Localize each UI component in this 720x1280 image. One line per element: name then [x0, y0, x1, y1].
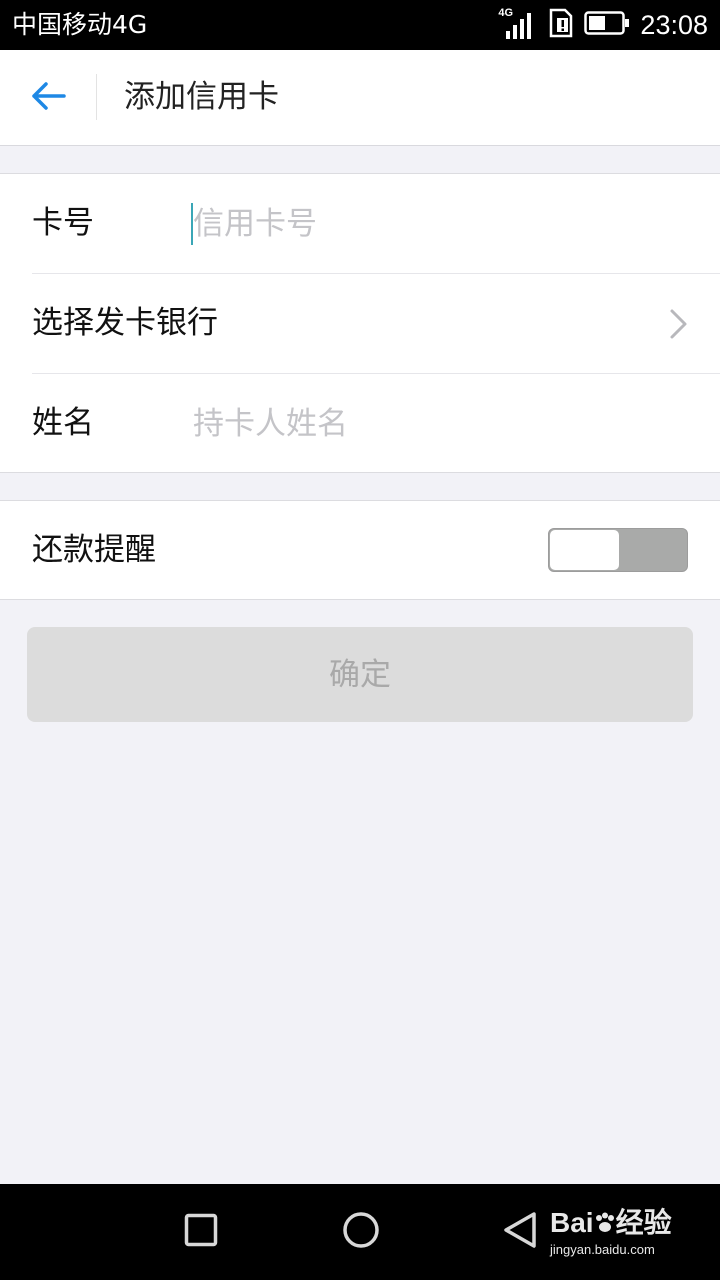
watermark-url: jingyan.baidu.com: [550, 1242, 655, 1257]
circle-icon: [342, 1211, 380, 1253]
sim-alert-icon: [548, 8, 574, 42]
nav-bar: 添加信用卡: [0, 50, 720, 146]
status-icons: 4G 23:08: [498, 0, 708, 50]
card-info-group: 卡号 选择发卡银行 姓名: [0, 173, 720, 473]
back-nav-button[interactable]: [496, 1208, 544, 1256]
paw-icon: [594, 1207, 616, 1238]
status-bar: 中国移动4G 4G 23:08: [0, 0, 720, 50]
bank-select-row[interactable]: 选择发卡银行: [0, 274, 720, 373]
cardholder-name-row: 姓名: [0, 374, 720, 473]
text-caret: [191, 203, 193, 245]
card-number-input[interactable]: [190, 202, 673, 246]
carrier-label: 中国移动4G: [12, 10, 148, 39]
back-button[interactable]: [22, 72, 74, 124]
reminder-row: 还款提醒: [0, 501, 720, 600]
recent-apps-button[interactable]: [177, 1208, 225, 1256]
reminder-label: 还款提醒: [32, 532, 156, 568]
watermark-brand: Bai 经验: [550, 1207, 672, 1238]
signal-icon: 4G: [498, 7, 538, 41]
arrow-left-icon: [30, 81, 66, 115]
clock: 23:08: [640, 10, 708, 40]
toggle-knob: [550, 530, 619, 570]
square-icon: [184, 1213, 218, 1251]
battery-icon: [584, 11, 630, 39]
reminder-group: 还款提醒: [0, 500, 720, 600]
triangle-back-icon: [502, 1211, 538, 1253]
card-number-label: 卡号: [32, 205, 94, 241]
nav-divider: [96, 74, 97, 120]
bank-select-label: 选择发卡银行: [32, 305, 218, 341]
reminder-toggle[interactable]: [548, 528, 688, 572]
chevron-right-icon: [668, 308, 690, 340]
system-nav-bar: Bai 经验 jingyan.baidu.com: [0, 1184, 720, 1280]
cardholder-name-input[interactable]: [190, 402, 673, 446]
baidu-watermark: Bai 经验 jingyan.baidu.com: [550, 1206, 682, 1264]
cardholder-name-label: 姓名: [32, 405, 94, 441]
home-button[interactable]: [337, 1208, 385, 1256]
card-number-row: 卡号: [0, 174, 720, 273]
page-title: 添加信用卡: [124, 79, 279, 115]
confirm-button[interactable]: 确定: [27, 627, 693, 722]
